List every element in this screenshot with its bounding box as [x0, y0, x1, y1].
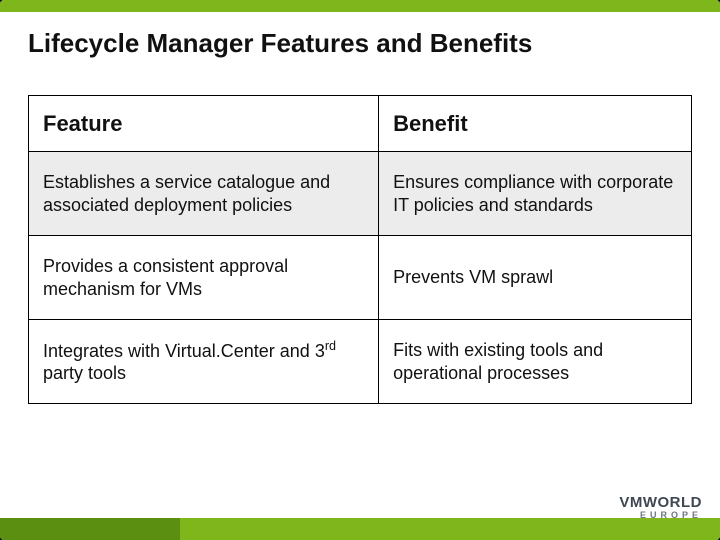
col-header-feature: Feature	[29, 96, 379, 152]
cell-benefit: Ensures compliance with corporate IT pol…	[379, 152, 692, 236]
table-row: Provides a consistent approval mechanism…	[29, 236, 692, 320]
slide-content: Lifecycle Manager Features and Benefits …	[28, 28, 692, 404]
cell-feature: Establishes a service catalogue and asso…	[29, 152, 379, 236]
slide: Lifecycle Manager Features and Benefits …	[0, 0, 720, 540]
features-benefits-table: Feature Benefit Establishes a service ca…	[28, 95, 692, 404]
brand-line1: VMWORLD	[619, 495, 702, 510]
col-header-benefit: Benefit	[379, 96, 692, 152]
accent-bar-top	[0, 0, 720, 12]
slide-title: Lifecycle Manager Features and Benefits	[28, 28, 692, 59]
cell-benefit: Fits with existing tools and operational…	[379, 320, 692, 404]
cell-feature: Integrates with Virtual.Center and 3rd p…	[29, 320, 379, 404]
cell-benefit: Prevents VM sprawl	[379, 236, 692, 320]
table-row: Establishes a service catalogue and asso…	[29, 152, 692, 236]
accent-bar-bottom-dark	[0, 518, 180, 540]
table-row: Integrates with Virtual.Center and 3rd p…	[29, 320, 692, 404]
cell-feature: Provides a consistent approval mechanism…	[29, 236, 379, 320]
table-header-row: Feature Benefit	[29, 96, 692, 152]
slide-footer: VMWORLD EUROPE 2008	[0, 492, 720, 540]
